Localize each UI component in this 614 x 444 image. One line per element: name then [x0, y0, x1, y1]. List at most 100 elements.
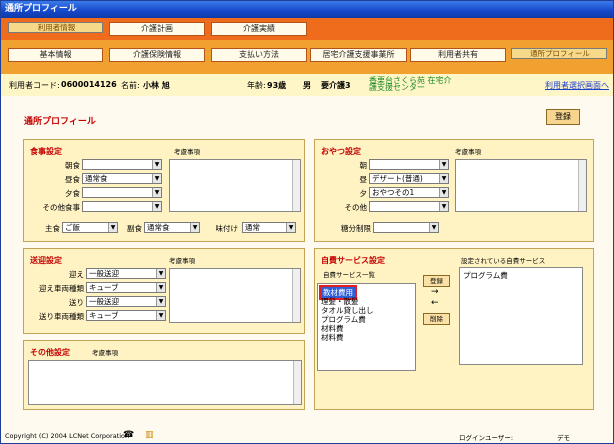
lunch-label: 昼食	[65, 175, 80, 184]
tab-payment-method[interactable]: 支払い方法	[211, 48, 307, 62]
age-label: 年齢:	[247, 81, 266, 90]
snack-morning-label: 朝	[359, 161, 368, 170]
chevron-down-icon: ▼	[152, 174, 161, 183]
user-code-label: 利用者コード:	[9, 81, 60, 90]
selfpay-set-label: 設定されている自費サービス	[461, 257, 546, 265]
chevron-down-icon: ▼	[152, 160, 161, 169]
profile-content: 通所プロフィール 登録 食事設定 考慮事項 朝食 ▼ 昼食 通常食 ▼ 夕食 ▼ …	[1, 96, 613, 429]
login-user: デモ	[557, 434, 570, 442]
dinner-select[interactable]: ▼	[82, 187, 162, 198]
login-user-label: ログインユーザー:	[459, 434, 514, 442]
side-select[interactable]: 通常食 ▼	[144, 222, 200, 233]
transport-panel: 送迎設定 考慮事項 迎え 一般送迎 ▼ 迎え車両種類 キューブ ▼ 送り 一般送迎 ▼…	[23, 248, 305, 334]
meal-note-label: 考慮事項	[174, 148, 200, 156]
snack-other-select[interactable]: ▼	[369, 201, 449, 212]
other-notes-textarea[interactable]	[28, 360, 302, 405]
breakfast-label: 朝食	[65, 161, 80, 170]
selfpay-heading: 自費サービス設定	[321, 256, 385, 265]
selfpay-selected-list[interactable]: プログラム費	[459, 267, 583, 365]
sugar-limit-select[interactable]: ▼	[373, 222, 439, 233]
tab-care-office[interactable]: 居宅介護支援事業所	[310, 48, 407, 62]
pickup-vehicle-select[interactable]: キューブ ▼	[86, 282, 166, 293]
transport-notes-textarea[interactable]	[169, 268, 301, 323]
sub-tab-bar: 基本情報 介護保険情報 支払い方法 居宅介護支援事業所 利用者共有 通所プロフィ…	[1, 40, 613, 74]
meal-heading: 食事設定	[30, 147, 62, 156]
care-level: 要介護3	[321, 81, 351, 90]
chevron-down-icon: ▼	[439, 202, 448, 211]
other-meal-select[interactable]: ▼	[82, 201, 162, 212]
transport-note-label: 考慮事項	[169, 257, 195, 265]
snack-evening-select[interactable]: おやつその1 ▼	[369, 187, 449, 198]
footer: Copyright (C) 2004 LCNet Corporation ☎ ▥…	[1, 429, 613, 443]
chevron-down-icon: ▼	[286, 223, 295, 232]
chevron-down-icon: ▼	[156, 269, 165, 278]
dropoff-vehicle-select[interactable]: キューブ ▼	[86, 310, 166, 321]
lunch-select[interactable]: 通常食 ▼	[82, 173, 162, 184]
tab-insurance-info[interactable]: 介護保険情報	[109, 48, 205, 62]
office-name: 香栗台さくら苑 在宅介護支援センター	[369, 76, 452, 92]
chevron-down-icon: ▼	[156, 283, 165, 292]
snack-noon-label: 昼	[359, 175, 368, 184]
scrollbar[interactable]	[292, 160, 300, 211]
arrow-left-icon: ←	[431, 298, 439, 308]
scrollbar[interactable]	[293, 361, 301, 404]
sugar-limit-label: 糖分制限	[341, 224, 371, 233]
selfpay-available-list[interactable]: 教材費用 理髪・散髪 タオル貸し出し プログラム費 材料費 材料費	[317, 283, 416, 371]
tab-user-share[interactable]: 利用者共有	[410, 48, 506, 62]
copyright: Copyright (C) 2004 LCNet Corporation	[5, 432, 130, 440]
pickup-select[interactable]: 一般送迎 ▼	[86, 268, 166, 279]
scrollbar[interactable]	[578, 160, 586, 211]
chevron-down-icon: ▼	[439, 160, 448, 169]
user-name: 小林 旭	[143, 81, 170, 90]
selfpay-list-label: 自費サービス一覧	[323, 271, 375, 279]
tab-care-plan[interactable]: 介護計画	[109, 22, 205, 36]
dropoff-label: 送り	[69, 298, 84, 307]
breakfast-select[interactable]: ▼	[82, 159, 162, 170]
chevron-down-icon: ▼	[429, 223, 438, 232]
user-code: 0600014126	[61, 80, 117, 89]
snack-notes-textarea[interactable]	[455, 159, 587, 212]
window-title: 通所プロフィール	[1, 1, 613, 18]
chevron-down-icon: ▼	[156, 311, 165, 320]
other-panel: その他設定 考慮事項	[23, 340, 305, 410]
snack-heading: おやつ設定	[321, 147, 361, 156]
meal-panel: 食事設定 考慮事項 朝食 ▼ 昼食 通常食 ▼ 夕食 ▼ その他食事 ▼ 主食 ご…	[23, 139, 305, 242]
snack-noon-select[interactable]: デザート(普通) ▼	[369, 173, 449, 184]
dropoff-select[interactable]: 一般送迎 ▼	[86, 296, 166, 307]
snack-evening-label: 夕	[359, 189, 368, 198]
snack-morning-select[interactable]: ▼	[369, 159, 449, 170]
side-label: 副食	[127, 224, 142, 233]
add-selfpay-button[interactable]: 登録	[423, 275, 450, 287]
other-heading: その他設定	[30, 348, 70, 357]
taste-select[interactable]: 通常 ▼	[242, 222, 296, 233]
user-info-strip: 利用者コード: 0600014126 名前: 小林 旭 年齢: 93歳 男 要介…	[1, 74, 613, 96]
chevron-down-icon: ▼	[108, 223, 117, 232]
tab-day-profile[interactable]: 通所プロフィール	[511, 48, 607, 59]
dropoff-vehicle-label: 送り車両種類	[39, 312, 84, 321]
main-tab-bar: 利用者情報 介護計画 介護実績	[1, 18, 613, 40]
gender: 男	[303, 81, 311, 90]
other-meal-label: その他食事	[42, 203, 81, 212]
phone-icon: ☎	[123, 430, 135, 440]
chevron-down-icon: ▼	[156, 297, 165, 306]
meal-notes-textarea[interactable]	[169, 159, 301, 212]
chevron-down-icon: ▼	[439, 174, 448, 183]
tab-user-info[interactable]: 利用者情報	[8, 22, 103, 33]
remove-selfpay-button[interactable]: 削除	[423, 313, 450, 325]
chevron-down-icon: ▼	[152, 202, 161, 211]
books-icon: ▥	[145, 430, 154, 440]
tab-care-record[interactable]: 介護実績	[211, 22, 307, 36]
snack-note-label: 考慮事項	[455, 148, 481, 156]
snack-other-label: その他	[344, 203, 368, 212]
transport-heading: 送迎設定	[30, 256, 62, 265]
list-item[interactable]: 材料費	[321, 332, 344, 343]
selfpay-panel: 自費サービス設定 自費サービス一覧 設定されている自費サービス 教材費用 理髪・…	[314, 248, 594, 410]
chevron-down-icon: ▼	[152, 188, 161, 197]
dinner-label: 夕食	[65, 189, 80, 198]
staple-select[interactable]: ご飯 ▼	[62, 222, 118, 233]
register-button[interactable]: 登録	[546, 109, 580, 125]
list-item[interactable]: プログラム費	[463, 270, 508, 281]
scrollbar[interactable]	[292, 269, 300, 322]
tab-basic-info[interactable]: 基本情報	[8, 48, 103, 62]
user-select-link[interactable]: 利用者選択画面へ	[545, 80, 609, 91]
